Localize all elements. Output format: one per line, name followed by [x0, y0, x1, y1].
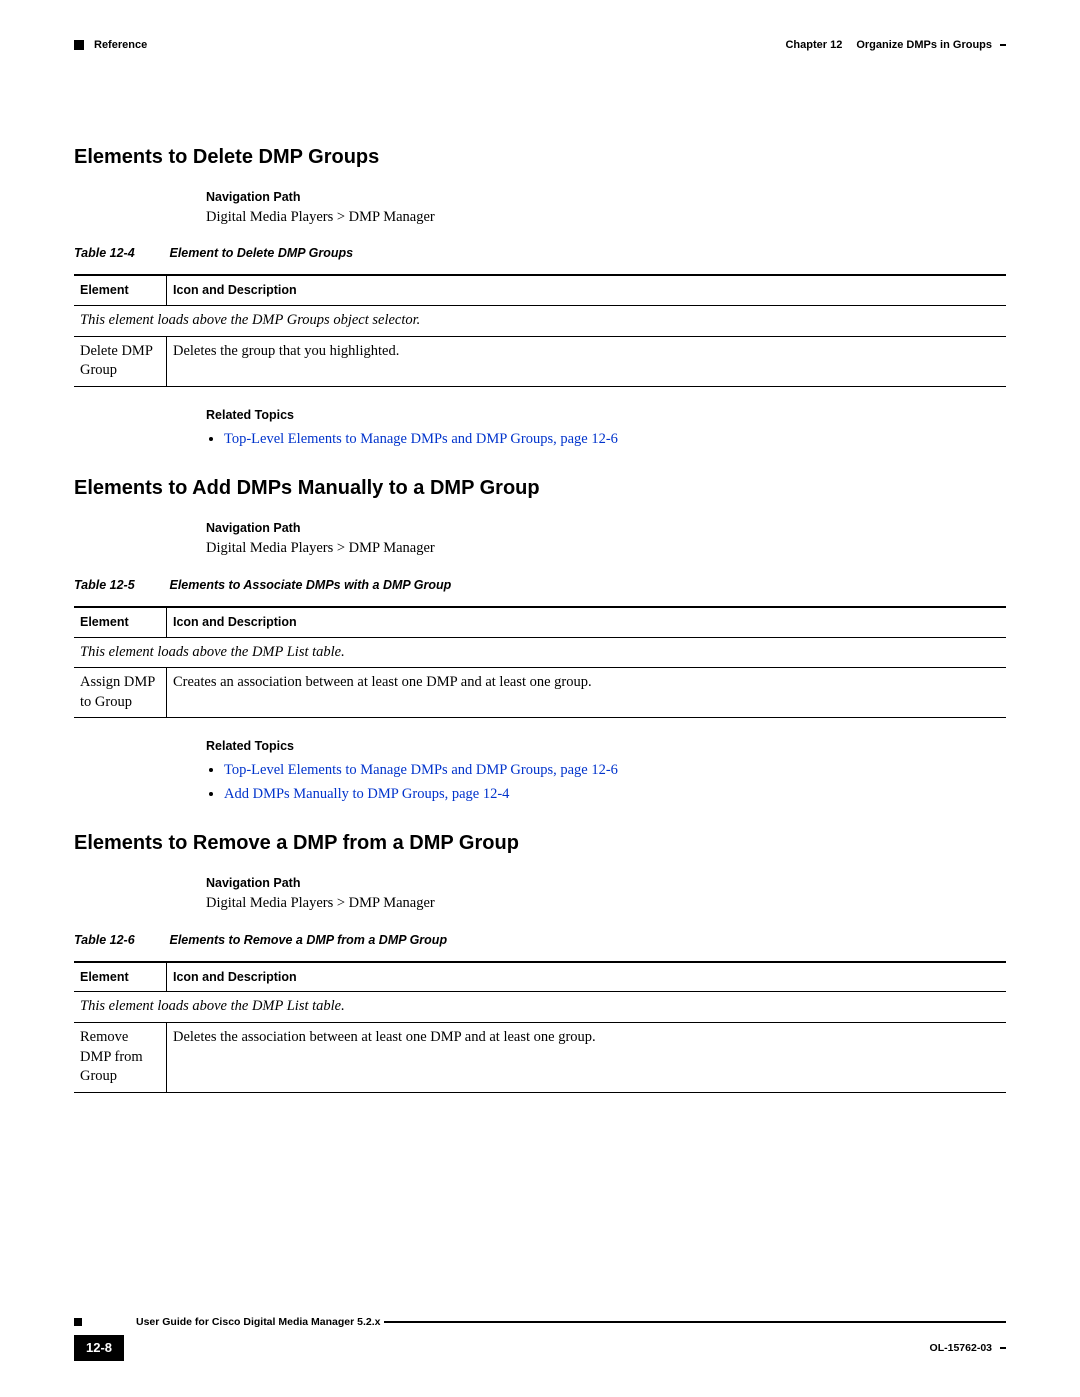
section-title: Elements to Remove a DMP from a DMP Grou… — [74, 830, 1006, 857]
related-topics-list: Top-Level Elements to Manage DMPs and DM… — [206, 430, 1006, 450]
th-icon-desc: Icon and Description — [167, 962, 1007, 992]
cell-desc: Creates an association between at least … — [167, 668, 1007, 718]
running-header: Reference Chapter 12 Organize DMPs in Gr… — [74, 38, 1006, 53]
doc-id: OL-15762-03 — [930, 1341, 992, 1355]
nav-path-text: Digital Media Players > DMP Manager — [206, 208, 1006, 228]
nav-path-label: Navigation Path — [206, 875, 1006, 892]
th-icon-desc: Icon and Description — [167, 275, 1007, 305]
element-table: Element Icon and Description This elemen… — [74, 961, 1006, 1093]
table-note: This element loads above the DMP List ta… — [74, 992, 1006, 1023]
section-title: Elements to Add DMPs Manually to a DMP G… — [74, 475, 1006, 502]
cell-element: Assign DMP to Group — [74, 668, 167, 718]
table-number: Table 12-5 — [74, 577, 166, 594]
page-footer: User Guide for Cisco Digital Media Manag… — [74, 1315, 1006, 1361]
footer-marker-icon — [74, 1318, 82, 1326]
table-note: This element loads above the DMP List ta… — [74, 637, 1006, 668]
header-chapter-title: Organize DMPs in Groups — [856, 38, 992, 53]
header-marker-icon — [74, 40, 84, 50]
related-topics-label: Related Topics — [206, 738, 1006, 755]
cell-desc: Deletes the group that you highlighted. — [167, 336, 1007, 386]
header-chapter-label: Chapter 12 — [785, 38, 842, 53]
table-caption-text: Elements to Remove a DMP from a DMP Grou… — [169, 933, 447, 947]
related-topics-list: Top-Level Elements to Manage DMPs and DM… — [206, 761, 1006, 804]
th-element: Element — [74, 962, 167, 992]
footer-book-title: User Guide for Cisco Digital Media Manag… — [136, 1315, 380, 1329]
nav-path-text: Digital Media Players > DMP Manager — [206, 894, 1006, 914]
table-caption: Table 12-4 Element to Delete DMP Groups — [74, 245, 1006, 262]
header-left-label: Reference — [94, 38, 147, 53]
page-content: Elements to Delete DMP Groups Navigation… — [74, 38, 1006, 1093]
table-caption: Table 12-6 Elements to Remove a DMP from… — [74, 932, 1006, 949]
cell-element: Remove DMP from Group — [74, 1022, 167, 1092]
related-link[interactable]: Add DMPs Manually to DMP Groups, page 12… — [224, 786, 509, 802]
nav-path-label: Navigation Path — [206, 189, 1006, 206]
th-icon-desc: Icon and Description — [167, 607, 1007, 637]
th-element: Element — [74, 275, 167, 305]
table-caption: Table 12-5 Elements to Associate DMPs wi… — [74, 577, 1006, 594]
element-table: Element Icon and Description This elemen… — [74, 606, 1006, 719]
cell-element: Delete DMP Group — [74, 336, 167, 386]
nav-path-text: Digital Media Players > DMP Manager — [206, 539, 1006, 559]
section-title: Elements to Delete DMP Groups — [74, 144, 1006, 171]
table-number: Table 12-6 — [74, 932, 166, 949]
table-note: This element loads above the DMP Groups … — [74, 306, 1006, 337]
related-link[interactable]: Top-Level Elements to Manage DMPs and DM… — [224, 431, 618, 447]
related-topics-label: Related Topics — [206, 407, 1006, 424]
page-number: 12-8 — [74, 1335, 124, 1361]
table-caption-text: Elements to Associate DMPs with a DMP Gr… — [169, 578, 451, 592]
table-number: Table 12-4 — [74, 245, 166, 262]
th-element: Element — [74, 607, 167, 637]
cell-desc: Deletes the association between at least… — [167, 1022, 1007, 1092]
element-table: Element Icon and Description This elemen… — [74, 274, 1006, 387]
table-caption-text: Element to Delete DMP Groups — [169, 246, 353, 260]
nav-path-label: Navigation Path — [206, 520, 1006, 537]
related-link[interactable]: Top-Level Elements to Manage DMPs and DM… — [224, 762, 618, 778]
